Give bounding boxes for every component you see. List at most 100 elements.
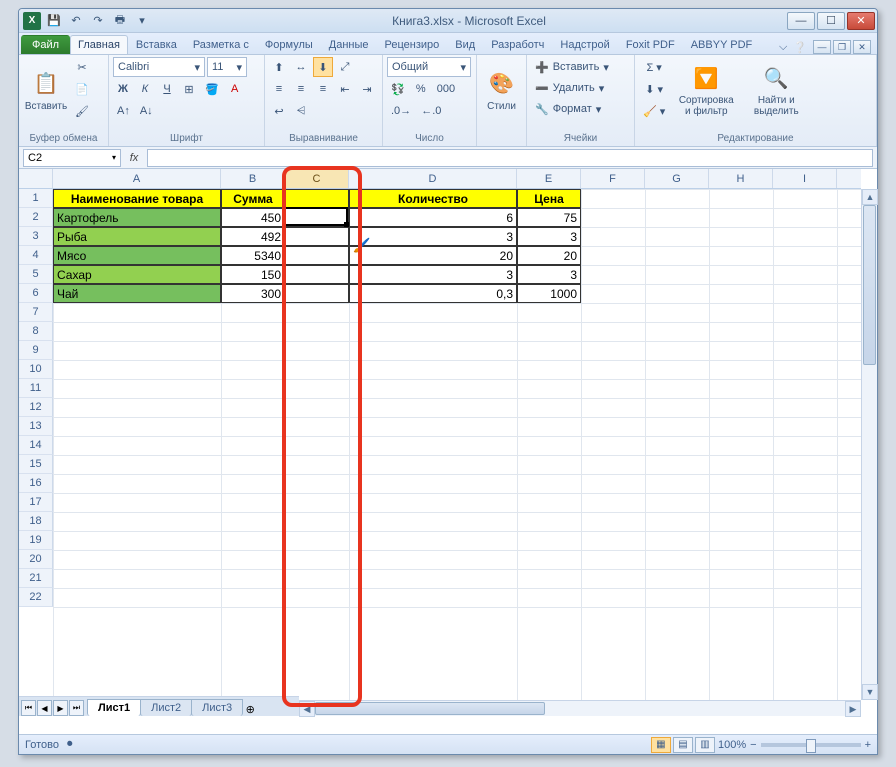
cell-D6[interactable]: 0,3 (349, 284, 517, 303)
qat-undo-icon[interactable]: ↶ (67, 12, 85, 30)
row-header-2[interactable]: 2 (19, 208, 53, 227)
cell-C6[interactable] (285, 284, 349, 303)
font-size-select[interactable]: 11▾ (207, 57, 247, 77)
view-page-layout[interactable]: ▤ (673, 737, 693, 753)
scroll-up-button[interactable]: ▲ (862, 189, 878, 205)
mdi-close[interactable]: ✕ (853, 40, 871, 54)
cell-E6[interactable]: 1000 (517, 284, 581, 303)
wrap-text-button[interactable]: ↩ (269, 101, 289, 121)
cell-B4[interactable]: 5340 (221, 246, 285, 265)
align-right-button[interactable]: ≡ (313, 79, 333, 99)
sheet-nav-prev[interactable]: ◀ (37, 700, 52, 716)
row-header-16[interactable]: 16 (19, 474, 53, 493)
tab-abbyy[interactable]: ABBYY PDF (683, 35, 761, 54)
zoom-in-button[interactable]: + (865, 739, 871, 751)
qat-more-icon[interactable]: ▾ (133, 12, 151, 30)
name-box[interactable]: C2▾ (23, 149, 121, 167)
bold-button[interactable]: Ж (113, 79, 133, 99)
decrease-decimal-button[interactable]: ←.0 (417, 101, 445, 121)
scroll-down-button[interactable]: ▼ (862, 684, 878, 700)
underline-button[interactable]: Ч (157, 79, 177, 99)
mdi-restore[interactable]: ❐ (833, 40, 851, 54)
cell-C1[interactable] (285, 189, 349, 208)
format-painter-button[interactable]: 🖌 (71, 101, 93, 121)
cell-E5[interactable]: 3 (517, 265, 581, 284)
zoom-value[interactable]: 100% (718, 739, 746, 751)
tab-formulas[interactable]: Формулы (257, 35, 321, 54)
col-header-H[interactable]: H (709, 169, 773, 188)
find-select-button[interactable]: 🔍 Найти и выделить (743, 57, 809, 123)
number-format-select[interactable]: Общий▾ (387, 57, 471, 77)
align-bottom-button[interactable]: ⬇ (313, 57, 333, 77)
row-header-17[interactable]: 17 (19, 493, 53, 512)
format-cells-button[interactable]: 🔧 Формат ▾ (531, 99, 631, 119)
tab-developer[interactable]: Разработч (483, 35, 552, 54)
row-header-3[interactable]: 3 (19, 227, 53, 246)
tab-home[interactable]: Главная (70, 35, 128, 54)
scroll-left-button[interactable]: ◀ (299, 701, 315, 717)
borders-button[interactable]: ⊞ (179, 79, 199, 99)
row-header-15[interactable]: 15 (19, 455, 53, 474)
cell-D4[interactable]: 20 (349, 246, 517, 265)
cell-A3[interactable]: Рыба (53, 227, 221, 246)
cell-B6[interactable]: 300 (221, 284, 285, 303)
col-header-B[interactable]: B (221, 169, 285, 188)
col-header-E[interactable]: E (517, 169, 581, 188)
tab-data[interactable]: Данные (321, 35, 377, 54)
percent-button[interactable]: % (411, 79, 431, 99)
view-page-break[interactable]: ▥ (695, 737, 715, 753)
align-top-button[interactable]: ⬆ (269, 57, 289, 77)
sort-filter-button[interactable]: 🔽 Сортировка и фильтр (671, 57, 741, 123)
tab-review[interactable]: Рецензиро (377, 35, 448, 54)
cell-C5[interactable] (285, 265, 349, 284)
styles-button[interactable]: 🎨 Стили (481, 57, 522, 123)
cell-E2[interactable]: 75 (517, 208, 581, 227)
delete-cells-button[interactable]: ➖ Удалить ▾ (531, 78, 631, 98)
scroll-right-button[interactable]: ▶ (845, 701, 861, 717)
tab-foxit[interactable]: Foxit PDF (618, 35, 683, 54)
sheet-nav-next[interactable]: ▶ (53, 700, 68, 716)
cell-A6[interactable]: Чай (53, 284, 221, 303)
tab-view[interactable]: Вид (447, 35, 483, 54)
scroll-thumb-v[interactable] (863, 205, 876, 365)
tab-layout[interactable]: Разметка с (185, 35, 257, 54)
col-header-A[interactable]: A (53, 169, 221, 188)
horizontal-scrollbar[interactable]: ◀ ▶ (299, 700, 861, 716)
zoom-slider[interactable] (761, 743, 861, 747)
align-left-button[interactable]: ≡ (269, 79, 289, 99)
fill-button[interactable]: ⬇ ▾ (639, 79, 669, 99)
col-header-I[interactable]: I (773, 169, 837, 188)
cell-B3[interactable]: 492 (221, 227, 285, 246)
cell-A5[interactable]: Сахар (53, 265, 221, 284)
zoom-out-button[interactable]: − (750, 739, 756, 751)
col-header-G[interactable]: G (645, 169, 709, 188)
row-header-20[interactable]: 20 (19, 550, 53, 569)
sheet-tab-2[interactable]: Лист2 (140, 699, 192, 716)
increase-font-button[interactable]: A↑ (113, 101, 134, 121)
cell-E3[interactable]: 3 (517, 227, 581, 246)
sheet-nav-first[interactable]: ⏮ (21, 700, 36, 716)
fx-button[interactable]: fx (121, 152, 147, 164)
italic-button[interactable]: К (135, 79, 155, 99)
row-header-21[interactable]: 21 (19, 569, 53, 588)
cell-D2[interactable]: 6 (349, 208, 517, 227)
cell-A1[interactable]: Наименование товара (53, 189, 221, 208)
autosum-button[interactable]: Σ ▾ (639, 57, 669, 77)
row-header-13[interactable]: 13 (19, 417, 53, 436)
align-center-button[interactable]: ≡ (291, 79, 311, 99)
new-sheet-button[interactable]: ⊕ (242, 703, 258, 716)
cell-B5[interactable]: 150 (221, 265, 285, 284)
row-header-19[interactable]: 19 (19, 531, 53, 550)
clear-button[interactable]: 🧹 ▾ (639, 101, 669, 121)
macro-record-icon[interactable]: ⏺ (67, 738, 73, 751)
row-header-4[interactable]: 4 (19, 246, 53, 265)
minimize-button[interactable]: — (787, 12, 815, 30)
row-header-22[interactable]: 22 (19, 588, 53, 607)
row-header-1[interactable]: 1 (19, 189, 53, 208)
cell-B2[interactable]: 450 (221, 208, 285, 227)
increase-decimal-button[interactable]: .0→ (387, 101, 415, 121)
cell-B1[interactable]: Сумма (221, 189, 285, 208)
col-header-C[interactable]: C (285, 169, 349, 188)
decrease-indent-button[interactable]: ⇤ (335, 79, 355, 99)
cell-D1[interactable]: Количество (349, 189, 517, 208)
